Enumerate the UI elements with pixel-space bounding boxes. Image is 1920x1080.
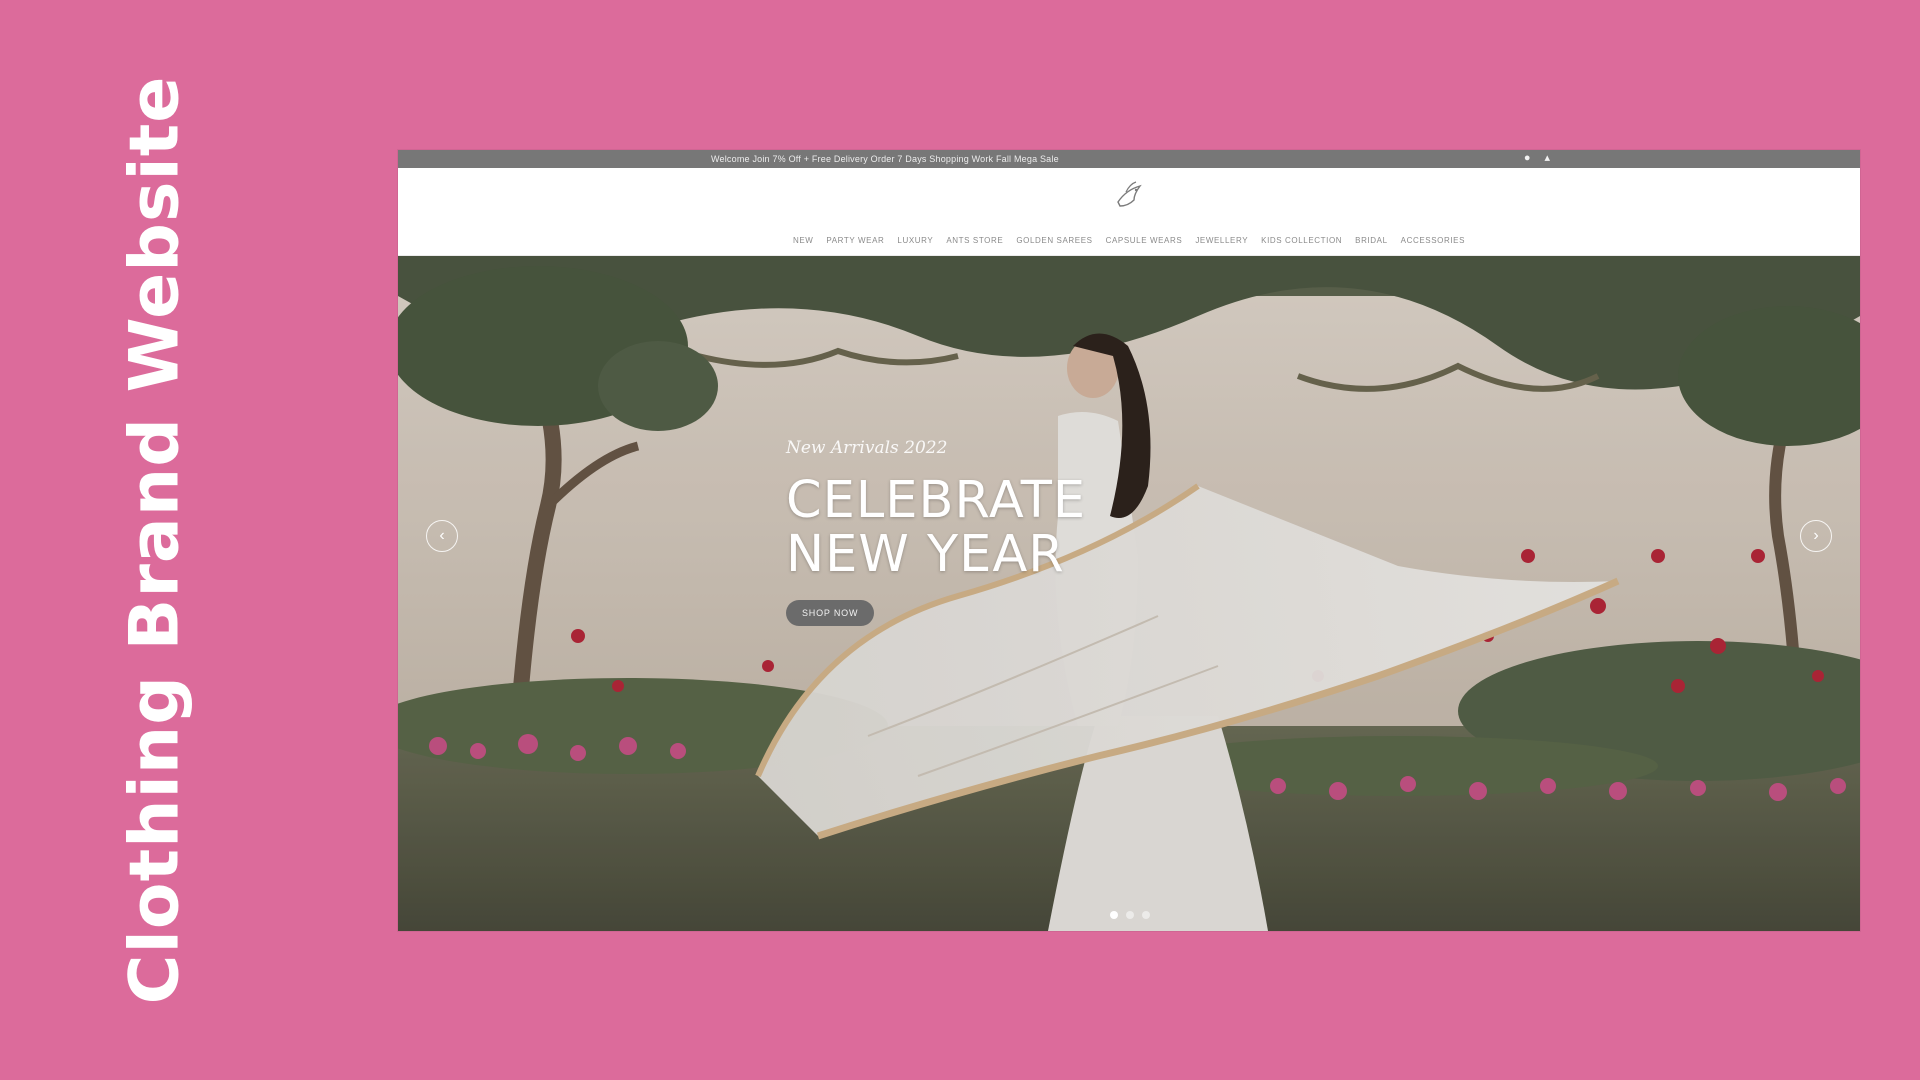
top-announcement-bar: Welcome Join 7% Off + Free Delivery Orde… xyxy=(398,150,1860,168)
chevron-right-icon: › xyxy=(1813,527,1819,544)
promo-text: Welcome Join 7% Off + Free Delivery Orde… xyxy=(711,154,1059,164)
nav-item-ants-store[interactable]: ANTS STORE xyxy=(946,236,1003,245)
next-slide-button[interactable]: › xyxy=(1800,520,1832,552)
website-mockup: Welcome Join 7% Off + Free Delivery Orde… xyxy=(398,150,1860,931)
slide-indicators xyxy=(1110,911,1150,919)
nav-item-accessories[interactable]: ACCESSORIES xyxy=(1401,236,1465,245)
shop-now-button[interactable]: SHOP NOW xyxy=(786,600,875,626)
hero-content: New Arrivals 2022 CELEBRATE NEW YEAR SHO… xyxy=(786,438,1146,626)
site-header: NEW PARTY WEAR LUXURY ANTS STORE GOLDEN … xyxy=(398,168,1860,256)
nav-item-capsule-wears[interactable]: CAPSULE WEARS xyxy=(1106,236,1183,245)
side-title: Clothing Brand Website xyxy=(115,75,195,1005)
nav-item-party-wear[interactable]: PARTY WEAR xyxy=(826,236,884,245)
hero-title: CELEBRATE NEW YEAR xyxy=(786,471,1087,584)
chevron-left-icon: ‹ xyxy=(439,527,445,544)
slide-dot-1[interactable] xyxy=(1110,911,1118,919)
main-navigation: NEW PARTY WEAR LUXURY ANTS STORE GOLDEN … xyxy=(398,236,1860,245)
nav-item-luxury[interactable]: LUXURY xyxy=(897,236,933,245)
hero-slider: ‹ › New Arrivals 2022 CELEBRATE NEW YEAR… xyxy=(398,256,1860,931)
nav-item-jewellery[interactable]: JEWELLERY xyxy=(1195,236,1248,245)
cart-icon[interactable]: ▴ xyxy=(1544,153,1550,164)
nav-item-kids-collection[interactable]: KIDS COLLECTION xyxy=(1261,236,1342,245)
slide-dot-2[interactable] xyxy=(1126,911,1134,919)
bird-logo-icon[interactable] xyxy=(1112,180,1146,214)
slide-dot-3[interactable] xyxy=(1142,911,1150,919)
nav-item-bridal[interactable]: BRIDAL xyxy=(1355,236,1388,245)
user-icon[interactable]: ● xyxy=(1524,153,1531,164)
nav-item-new[interactable]: NEW xyxy=(793,236,813,245)
topbar-icons: ● ▴ xyxy=(1524,153,1550,164)
hero-subtitle: New Arrivals 2022 xyxy=(786,438,948,458)
prev-slide-button[interactable]: ‹ xyxy=(426,520,458,552)
nav-item-golden-sarees[interactable]: GOLDEN SAREES xyxy=(1016,236,1092,245)
